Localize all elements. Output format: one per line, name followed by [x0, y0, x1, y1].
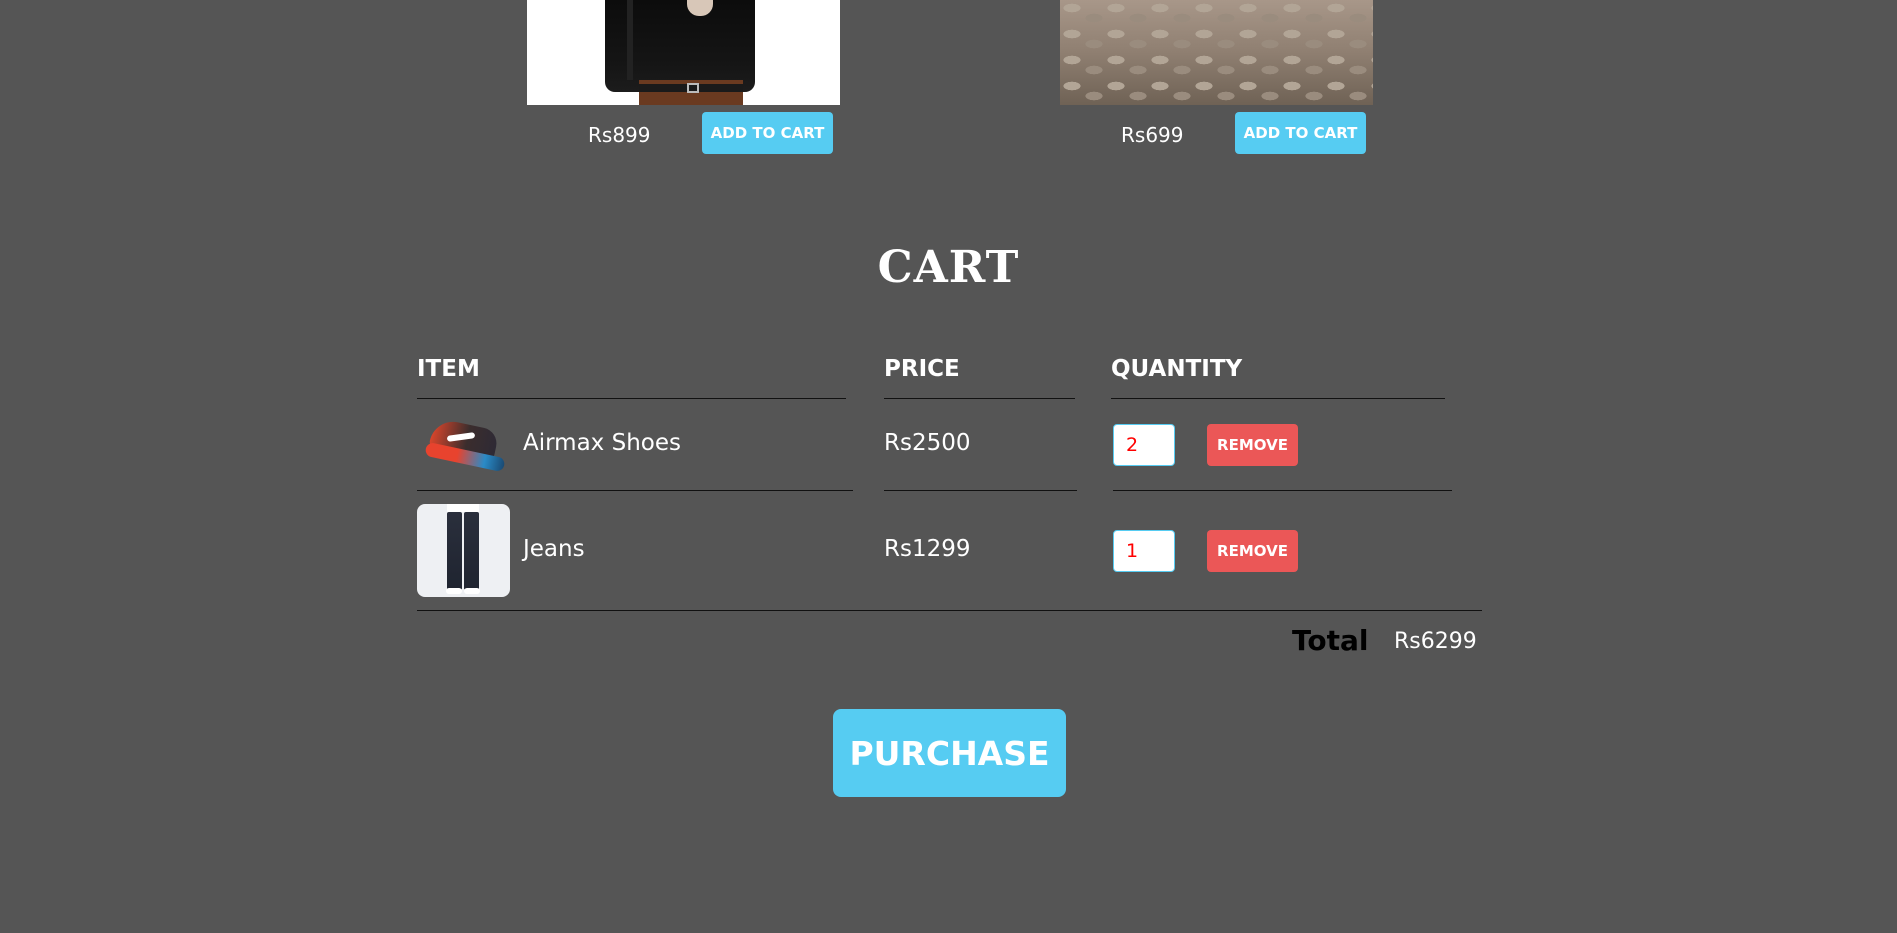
- add-to-cart-button[interactable]: ADD TO CART: [702, 112, 833, 154]
- product-image-shirt: [527, 0, 840, 105]
- total-label: Total: [1292, 624, 1369, 657]
- cart-item-price: Rs2500: [884, 430, 971, 456]
- remove-button[interactable]: REMOVE: [1207, 424, 1298, 466]
- row-divider: [1113, 490, 1452, 491]
- cart-item-price: Rs1299: [884, 536, 971, 562]
- cart-title: CART: [877, 242, 1020, 293]
- product-image-cobblestone: [1060, 0, 1373, 105]
- quantity-input[interactable]: [1113, 424, 1175, 466]
- cart-item-image-jeans: [417, 504, 510, 597]
- header-divider: [1111, 398, 1445, 399]
- column-header-price: PRICE: [884, 356, 960, 382]
- header-divider: [417, 398, 846, 399]
- row-divider: [884, 490, 1077, 491]
- product-card: Rs699 ADD TO CART: [1060, 0, 1373, 155]
- cart-item-image-shoes: [417, 400, 510, 493]
- total-value: Rs6299: [1394, 629, 1477, 654]
- header-divider: [884, 398, 1075, 399]
- column-header-quantity: QUANTITY: [1111, 356, 1243, 382]
- add-to-cart-button[interactable]: ADD TO CART: [1235, 112, 1366, 154]
- page: Rs899 ADD TO CART Rs699 ADD TO CART CART…: [0, 0, 1897, 933]
- product-price: Rs699: [1121, 123, 1184, 147]
- column-header-item: ITEM: [417, 356, 480, 382]
- remove-button[interactable]: REMOVE: [1207, 530, 1298, 572]
- cart-item-name: Airmax Shoes: [523, 430, 681, 456]
- quantity-input[interactable]: [1113, 530, 1175, 572]
- purchase-button[interactable]: PURCHASE: [833, 709, 1066, 797]
- product-card: Rs899 ADD TO CART: [527, 0, 840, 155]
- total-divider: [417, 610, 1482, 611]
- cart-item-name: Jeans: [523, 536, 585, 562]
- row-divider: [417, 490, 853, 491]
- product-price: Rs899: [588, 123, 651, 147]
